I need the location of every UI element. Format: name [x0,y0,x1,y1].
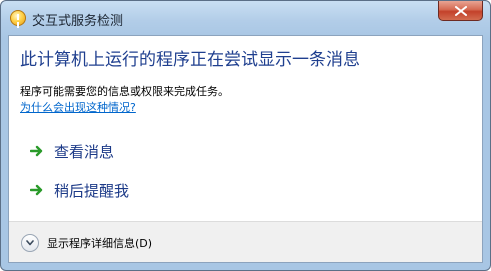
green-arrow-icon [30,145,43,157]
close-button[interactable] [438,1,483,21]
chevron-down-icon [26,240,34,246]
footer-bar: 显示程序详细信息(D) [9,221,482,262]
show-details-label[interactable]: 显示程序详细信息(D) [47,235,152,251]
dialog-window: 交互式服务检测 此计算机上运行的程序正在尝试显示一条消息 程序可能需要您的信息或… [0,0,491,271]
details-expander-button[interactable] [21,234,39,252]
view-message-label: 查看消息 [54,143,115,161]
view-message-command[interactable]: 查看消息 [30,140,140,164]
main-heading: 此计算机上运行的程序正在尝试显示一条消息 [20,50,360,70]
description-text: 程序可能需要您的信息或权限来完成任务。 [20,85,229,98]
content-panel: 此计算机上运行的程序正在尝试显示一条消息 程序可能需要您的信息或权限来完成任务。… [8,35,483,263]
warning-shield-icon [10,10,26,26]
title-bar[interactable]: 交互式服务检测 [1,1,490,35]
remind-later-command[interactable]: 稍后提醒我 [30,179,150,203]
remind-later-label: 稍后提醒我 [54,182,130,200]
why-link[interactable]: 为什么会出现这种情况? [20,99,136,115]
green-arrow-icon [30,184,43,196]
window-title: 交互式服务检测 [32,14,124,29]
close-x-icon [455,6,467,16]
